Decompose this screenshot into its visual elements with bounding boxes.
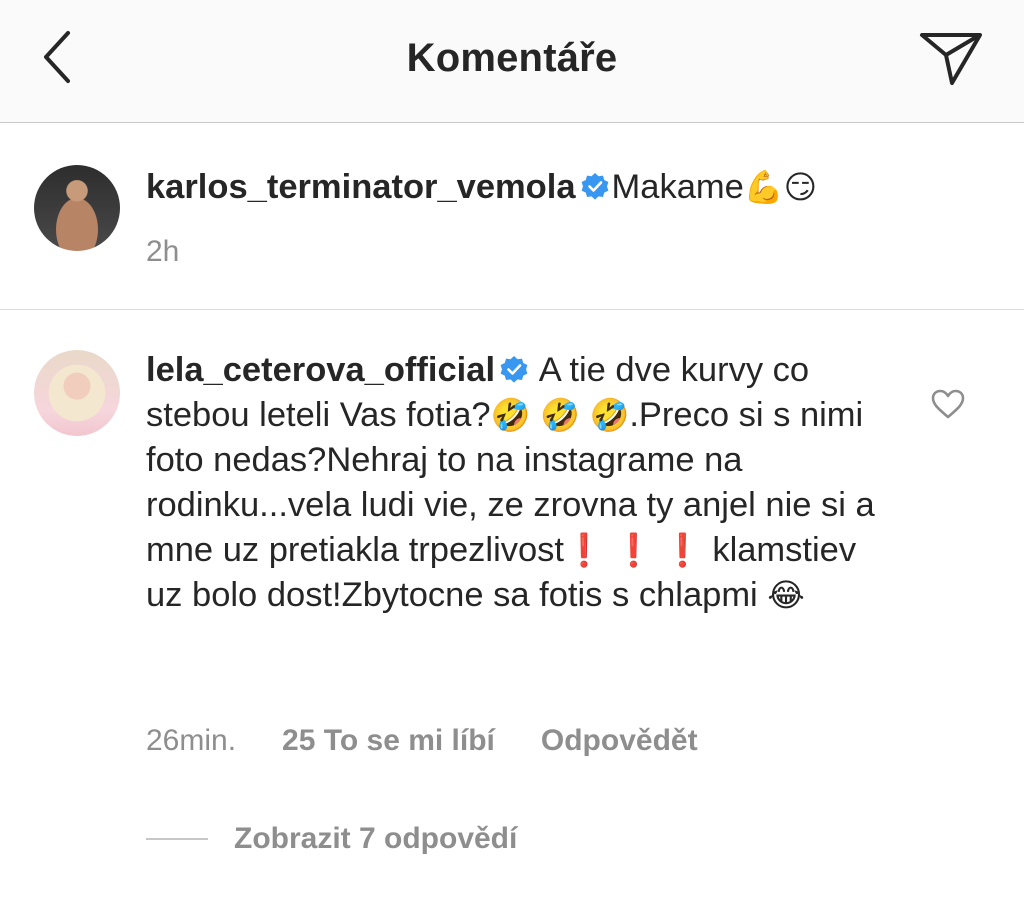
page-title: Komentáře [406, 36, 618, 80]
comment-text-block: lela_ceterova_official A tie dve kurvy c… [146, 348, 886, 618]
share-button[interactable] [916, 24, 986, 90]
comment-text-part [653, 531, 663, 569]
comment-text-part [530, 396, 540, 434]
exclamation-emoji: ❗ [613, 531, 654, 569]
tears-of-joy-emoji: 😂 [767, 576, 805, 614]
comment-item: lela_ceterova_official A tie dve kurvy c… [0, 310, 1024, 920]
exclamation-emoji: ❗ [564, 531, 604, 569]
caption-timestamp: 2h [146, 235, 180, 268]
view-replies-button[interactable]: Zobrazit 7 odpovědí [146, 822, 517, 856]
view-replies-label: Zobrazit 7 odpovědí [234, 822, 518, 855]
replies-divider-line [146, 838, 208, 840]
verified-badge-icon [581, 173, 608, 200]
rolling-laughing-emoji: 🤣 [589, 396, 630, 434]
username-link[interactable]: karlos_terminator_vemola [146, 168, 576, 206]
post-caption: karlos_terminator_vemola Makame💪😏 2h [0, 123, 1024, 310]
exclamation-emoji: ❗ [662, 531, 703, 569]
caption-text-block: karlos_terminator_vemola Makame💪😏 [146, 165, 966, 210]
comment-meta: 26min. 25 To se mi líbí Odpovědět [146, 724, 698, 758]
reply-button[interactable]: Odpovědět [541, 724, 698, 758]
caption-text: Makame [611, 168, 744, 206]
flexed-biceps-emoji: 💪 [743, 168, 784, 206]
heart-icon [931, 389, 965, 419]
comment-timestamp: 26min. [146, 724, 237, 757]
comment-text-part [604, 531, 614, 569]
like-button[interactable] [928, 384, 968, 424]
rolling-laughing-emoji: 🤣 [540, 396, 580, 434]
verified-badge-icon [500, 356, 528, 383]
avatar[interactable] [34, 350, 120, 436]
username-link[interactable]: lela_ceterova_official [146, 351, 495, 389]
smirking-face-emoji: 😏 [783, 168, 818, 206]
rolling-laughing-emoji: 🤣 [490, 396, 531, 434]
top-bar: Komentáře [0, 0, 1024, 123]
likes-count-link[interactable]: 25 To se mi líbí [282, 724, 495, 758]
avatar[interactable] [34, 165, 120, 251]
paper-plane-icon [920, 33, 982, 85]
